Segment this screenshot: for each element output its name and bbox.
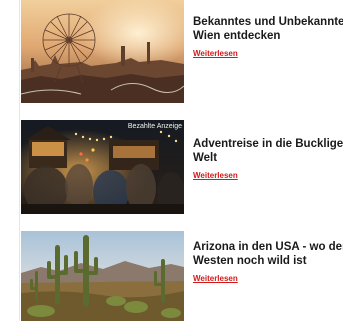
article-title-line-1[interactable]: Arizona in den USA - wo der xyxy=(193,240,343,254)
article-text-arizona: Arizona in den USA - wo der Westen noch … xyxy=(193,240,343,286)
article-card-vienna: Bekanntes und Unbekanntes i Wien entdeck… xyxy=(21,0,343,103)
article-title-line-1[interactable]: Bekanntes und Unbekanntes i xyxy=(193,15,343,29)
article-card-advent: Bezahlte Anzeige Adventreise in die Buck… xyxy=(21,120,343,214)
sponsored-badge: Bezahlte Anzeige xyxy=(127,123,182,130)
article-image-vienna-ferris-wheel[interactable] xyxy=(21,0,184,103)
read-more-link[interactable]: Weiterlesen xyxy=(193,171,238,181)
article-title-line-1[interactable]: Adventreise in die Bucklige xyxy=(193,137,343,151)
read-more-link[interactable]: Weiterlesen xyxy=(193,274,238,284)
read-more-link[interactable]: Weiterlesen xyxy=(193,49,238,59)
article-text-vienna: Bekanntes und Unbekanntes i Wien entdeck… xyxy=(193,15,343,61)
article-text-advent: Adventreise in die Bucklige Welt Weiterl… xyxy=(193,137,343,183)
article-card-arizona: Arizona in den USA - wo der Westen noch … xyxy=(21,231,343,321)
article-title-line-2[interactable]: Welt xyxy=(193,151,343,165)
article-feed: Bekanntes und Unbekanntes i Wien entdeck… xyxy=(0,0,343,321)
article-image-arizona-desert[interactable] xyxy=(21,231,184,321)
article-title-line-2[interactable]: Westen noch wild ist xyxy=(193,254,343,268)
article-title-line-2[interactable]: Wien entdecken xyxy=(193,29,343,43)
divider xyxy=(19,0,20,321)
article-image-christmas-market[interactable]: Bezahlte Anzeige xyxy=(21,120,184,214)
